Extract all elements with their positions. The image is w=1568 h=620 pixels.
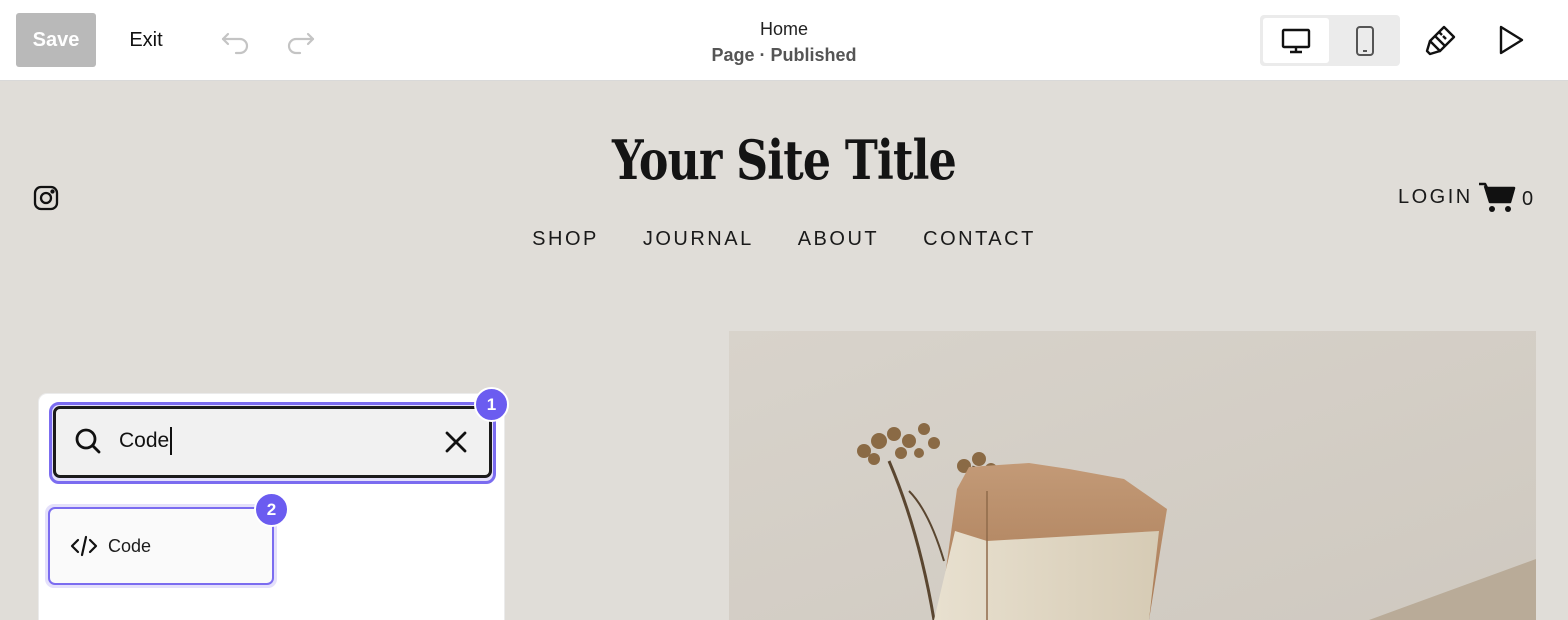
mobile-view-button[interactable] — [1332, 18, 1397, 63]
mobile-icon — [1355, 25, 1374, 56]
nav-item-shop[interactable]: SHOP — [532, 228, 599, 251]
cart-icon[interactable] — [1477, 180, 1517, 216]
editor-toolbar: Save Exit Home Page · Published — [0, 0, 1568, 81]
desktop-icon — [1281, 28, 1311, 53]
page-title: Home — [759, 19, 808, 39]
clear-search-icon[interactable] — [442, 428, 470, 456]
cart-count: 0 — [1522, 188, 1534, 210]
site-styles-button[interactable] — [1420, 20, 1462, 60]
preview-button[interactable] — [1490, 20, 1530, 60]
search-icon — [74, 426, 102, 456]
step-badge-2: 2 — [254, 492, 289, 527]
search-input-value[interactable]: Code — [119, 427, 173, 455]
desktop-view-button[interactable] — [1263, 18, 1329, 63]
hero-image[interactable] — [729, 331, 1536, 620]
exit-button[interactable]: Exit — [116, 13, 176, 67]
login-link[interactable]: LOGIN — [1398, 186, 1473, 209]
page-status: Page · Published — [711, 45, 857, 65]
nav-item-journal[interactable]: JOURNAL — [643, 228, 754, 251]
site-title[interactable]: Your Site Title — [538, 128, 1030, 192]
instagram-icon[interactable] — [32, 184, 60, 212]
page-info[interactable]: Home Page · Published — [584, 16, 984, 68]
result-label: Code — [108, 535, 152, 556]
redo-icon[interactable] — [282, 22, 318, 58]
nav-item-contact[interactable]: CONTACT — [923, 228, 1036, 251]
save-button[interactable]: Save — [16, 13, 96, 67]
nav-item-about[interactable]: ABOUT — [798, 228, 879, 251]
play-icon — [1499, 25, 1524, 55]
device-toggle — [1260, 15, 1400, 66]
brush-icon — [1425, 25, 1456, 56]
code-icon — [70, 535, 98, 557]
site-navigation: SHOP JOURNAL ABOUT CONTACT — [520, 228, 1048, 251]
step-badge-1: 1 — [474, 387, 509, 422]
undo-icon[interactable] — [218, 22, 254, 58]
code-block-result[interactable]: Code — [48, 507, 274, 585]
